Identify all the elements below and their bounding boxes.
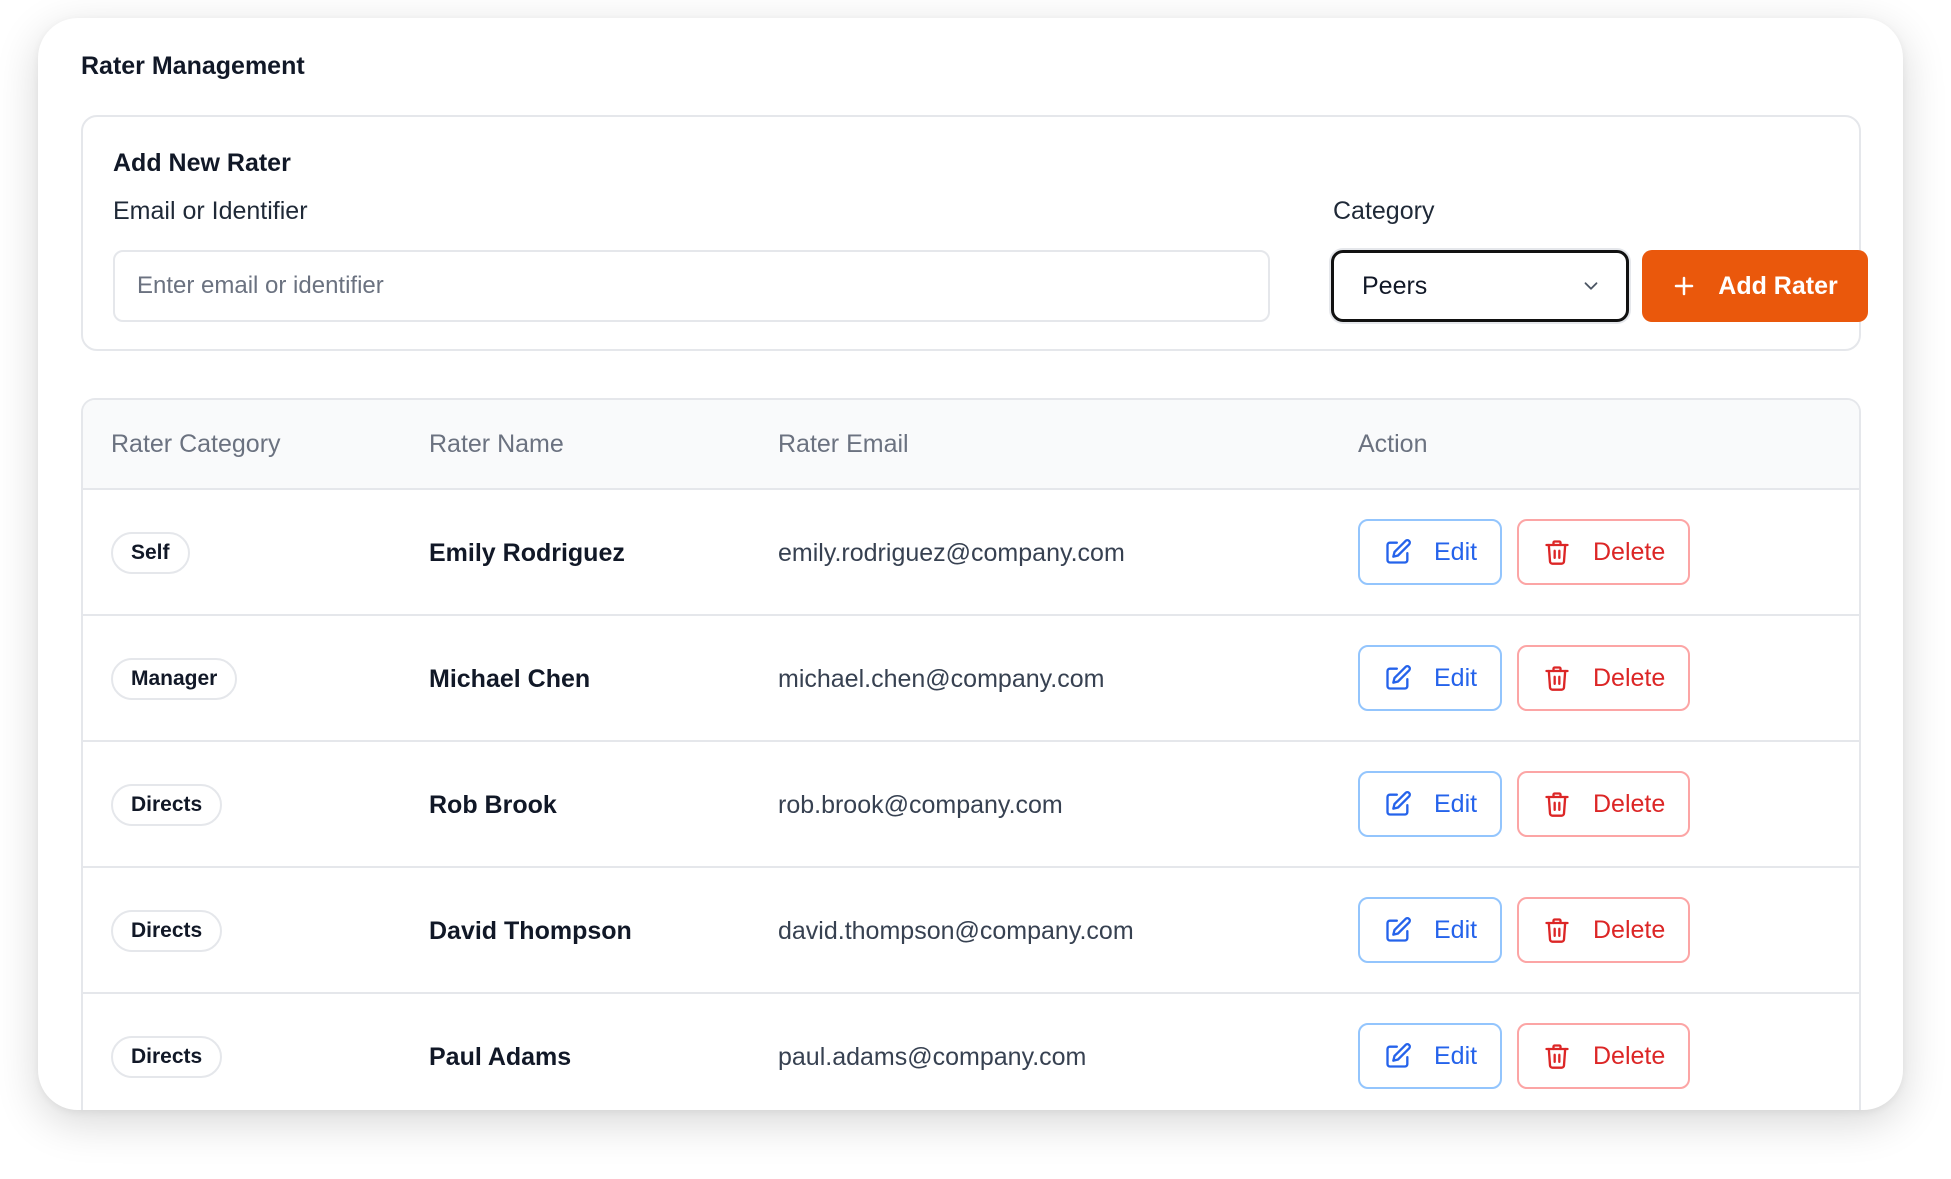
rater-management-card: Rater Management Add New Rater Email or … [38,18,1903,1110]
category-badge: Self [111,532,190,574]
raters-table: Rater Category Rater Name Rater Email Ac… [81,398,1861,1110]
header-rater-category: Rater Category [111,430,281,458]
category-field-label: Category [1333,197,1435,225]
trash-icon [1545,1044,1569,1069]
table-row: Directs Paul Adams paul.adams@company.co… [83,992,1859,1110]
edit-button-label: Edit [1434,789,1478,818]
delete-button[interactable]: Delete [1517,1023,1690,1089]
delete-button[interactable]: Delete [1517,897,1690,963]
edit-button-label: Edit [1434,537,1478,566]
table-row: Directs Rob Brook rob.brook@company.com … [83,740,1859,866]
delete-button-label: Delete [1593,789,1666,818]
category-select[interactable]: Peers [1331,250,1629,322]
category-badge: Directs [111,1036,223,1078]
table-row: Directs David Thompson david.thompson@co… [83,866,1859,992]
email-field-label: Email or Identifier [113,197,308,225]
table-row: Manager Michael Chen michael.chen@compan… [83,614,1859,740]
add-rater-title: Add New Rater [113,149,291,177]
rater-name: Paul Adams [429,1043,572,1071]
trash-icon [1545,918,1569,943]
edit-button-label: Edit [1434,663,1478,692]
edit-button[interactable]: Edit [1358,897,1502,963]
edit-icon [1386,791,1411,816]
chevron-down-icon [1584,282,1598,290]
add-rater-button[interactable]: Add Rater [1642,250,1868,322]
delete-button-label: Delete [1593,1041,1666,1070]
rater-name: Rob Brook [429,791,557,819]
trash-icon [1545,540,1569,565]
edit-icon [1386,539,1411,564]
edit-icon [1386,917,1411,942]
edit-icon [1386,665,1411,690]
category-badge: Directs [111,910,223,952]
category-select-value: Peers [1362,271,1428,300]
rater-email: david.thompson@company.com [778,917,1134,945]
edit-button-label: Edit [1434,1041,1478,1070]
edit-icon [1386,1043,1411,1068]
rater-name: Emily Rodriguez [429,539,625,567]
table-row: Self Emily Rodriguez emily.rodriguez@com… [83,488,1859,614]
delete-button-label: Delete [1593,915,1666,944]
edit-button[interactable]: Edit [1358,519,1502,585]
trash-icon [1545,666,1569,691]
rater-name: David Thompson [429,917,632,945]
plus-icon [1675,276,1694,296]
header-rater-email: Rater Email [778,430,909,458]
delete-button-label: Delete [1593,537,1666,566]
header-rater-name: Rater Name [429,430,564,458]
category-badge: Manager [111,658,238,700]
header-action: Action [1358,430,1428,458]
delete-button[interactable]: Delete [1517,771,1690,837]
add-rater-panel: Add New Rater Email or Identifier Catego… [81,115,1868,351]
delete-button-label: Delete [1593,663,1666,692]
delete-button[interactable]: Delete [1517,519,1690,585]
rater-email: paul.adams@company.com [778,1043,1087,1071]
email-input[interactable] [113,250,1270,322]
category-badge: Directs [111,784,223,826]
edit-button[interactable]: Edit [1358,771,1502,837]
rater-name: Michael Chen [429,665,591,693]
rater-email: rob.brook@company.com [778,791,1063,819]
trash-icon [1545,792,1569,817]
table-header: Rater Category Rater Name Rater Email Ac… [83,400,1859,488]
edit-button[interactable]: Edit [1358,1023,1502,1089]
page-title: Rater Management [81,52,305,80]
edit-button-label: Edit [1434,915,1478,944]
edit-button[interactable]: Edit [1358,645,1502,711]
delete-button[interactable]: Delete [1517,645,1690,711]
rater-email: michael.chen@company.com [778,665,1105,693]
rater-email: emily.rodriguez@company.com [778,539,1125,567]
add-rater-button-label: Add Rater [1718,271,1838,300]
